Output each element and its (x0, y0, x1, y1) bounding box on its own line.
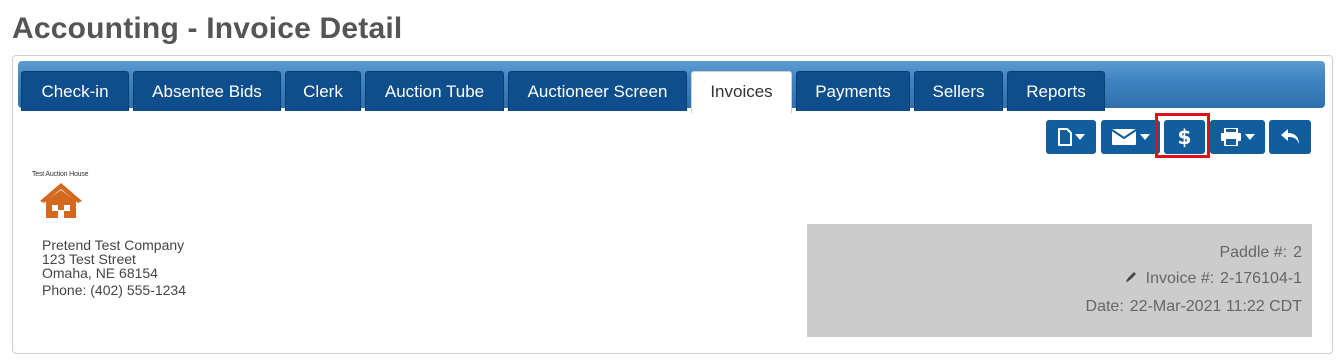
tab-check-in[interactable]: Check-in (21, 71, 129, 111)
company-city-state-zip: Omaha, NE 68154 (42, 265, 158, 281)
tab-auction-tube[interactable]: Auction Tube (365, 71, 504, 111)
printer-icon (1220, 128, 1241, 146)
invoice-info-box: Paddle #: 2 Invoice #: 2-176104-1 Date: … (807, 224, 1312, 337)
print-menu-button[interactable] (1210, 120, 1265, 154)
company-address: Pretend Test Company 123 Test Street Oma… (42, 238, 186, 297)
tab-absentee-bids[interactable]: Absentee Bids (133, 71, 281, 111)
back-button[interactable] (1269, 120, 1311, 154)
house-icon (38, 181, 84, 224)
tab-reports[interactable]: Reports (1007, 71, 1105, 111)
invoice-panel: Check-in Absentee Bids Clerk Auction Tub… (12, 55, 1333, 354)
page-title: Accounting - Invoice Detail (12, 12, 403, 45)
tab-clerk[interactable]: Clerk (285, 71, 361, 111)
pencil-icon[interactable] (1125, 270, 1138, 288)
document-menu-button[interactable] (1046, 120, 1096, 154)
invoice-number-row: Invoice #: 2-176104-1 (1125, 270, 1302, 288)
tab-invoices[interactable]: Invoices (691, 71, 792, 113)
date-value: 22-Mar-2021 11:22 CDT (1129, 298, 1302, 315)
document-icon (1057, 128, 1072, 146)
invoice-number-label: Invoice #: (1145, 270, 1215, 287)
company-street: 123 Test Street (42, 251, 136, 267)
tab-payments[interactable]: Payments (796, 71, 910, 111)
paddle-value: 2 (1293, 244, 1302, 261)
tab-bar: Check-in Absentee Bids Clerk Auction Tub… (18, 61, 1325, 113)
company-phone: Phone: (402) 555-1234 (42, 282, 186, 298)
email-menu-button[interactable] (1101, 120, 1160, 154)
chevron-down-icon (1139, 134, 1150, 140)
paddle-row: Paddle #: 2 (1219, 244, 1302, 262)
chevron-down-icon (1074, 134, 1085, 140)
paddle-label: Paddle #: (1219, 244, 1288, 261)
payment-button-highlight (1155, 113, 1210, 158)
invoice-number-value: 2-176104-1 (1220, 270, 1302, 287)
date-label: Date: (1085, 298, 1124, 315)
reply-arrow-icon (1280, 128, 1300, 146)
tab-auctioneer-screen[interactable]: Auctioneer Screen (508, 71, 687, 111)
envelope-icon (1111, 129, 1136, 145)
company-name: Pretend Test Company (42, 237, 185, 253)
logo-text: Test Auction House (32, 171, 89, 178)
date-row: Date: 22-Mar-2021 11:22 CDT (1086, 298, 1302, 316)
tab-sellers[interactable]: Sellers (914, 71, 1003, 111)
chevron-down-icon (1244, 134, 1255, 140)
